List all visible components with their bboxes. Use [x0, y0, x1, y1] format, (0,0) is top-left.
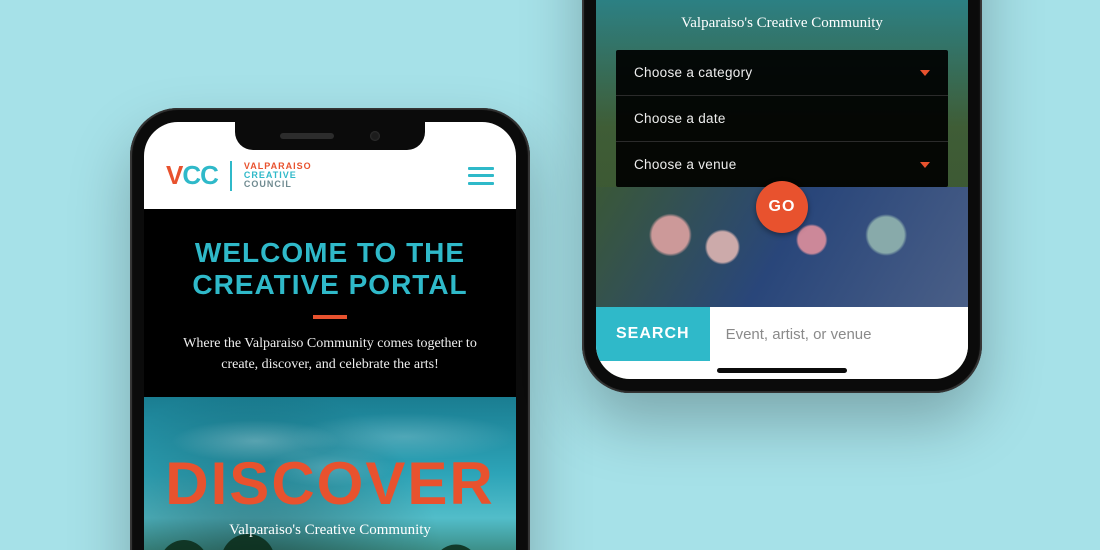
logo-text: VALPARAISO CREATIVE COUNCIL [244, 162, 312, 189]
search-bar: SEARCH [596, 307, 968, 361]
search-label: SEARCH [596, 307, 710, 361]
filter-date[interactable]: Choose a date [616, 96, 948, 142]
go-button[interactable]: GO [756, 181, 808, 233]
filter-category-label: Choose a category [634, 65, 752, 80]
accent-rule [313, 315, 347, 319]
welcome-subtitle: Where the Valparaiso Community comes tog… [170, 333, 490, 375]
logo-mark-cc: CC [182, 160, 218, 190]
hero-tagline: Valparaiso's Creative Community [596, 0, 968, 32]
logo-mark-v: V [166, 160, 182, 190]
logo-divider [230, 161, 232, 191]
crowd-image: GO [596, 187, 968, 307]
welcome-title-line1: WELCOME TO THE [195, 237, 465, 268]
menu-icon[interactable] [468, 167, 494, 185]
chevron-down-icon [920, 70, 930, 76]
filter-date-label: Choose a date [634, 111, 726, 126]
phone-notch [235, 122, 425, 150]
logo[interactable]: VCC VALPARAISO CREATIVE COUNCIL [166, 160, 312, 191]
welcome-section: WELCOME TO THE CREATIVE PORTAL Where the… [144, 209, 516, 397]
phone-mockup-home: VCC VALPARAISO CREATIVE COUNCIL WELCOME … [130, 108, 530, 550]
hero-tagline: Valparaiso's Creative Community [144, 522, 516, 539]
search-input[interactable] [710, 307, 968, 361]
logo-mark: VCC [166, 160, 218, 191]
app-header: VCC VALPARAISO CREATIVE COUNCIL [144, 158, 516, 209]
filter-venue-label: Choose a venue [634, 157, 737, 172]
welcome-title-line2: CREATIVE PORTAL [192, 269, 467, 300]
hero-section: DISCOVER Valparaiso's Creative Community [144, 397, 516, 550]
filter-panel: Choose a category Choose a date Choose a… [616, 50, 948, 187]
front-camera [370, 131, 380, 141]
screen: VCC VALPARAISO CREATIVE COUNCIL WELCOME … [144, 122, 516, 550]
welcome-title: WELCOME TO THE CREATIVE PORTAL [170, 237, 490, 301]
chevron-down-icon [920, 162, 930, 168]
filter-category[interactable]: Choose a category [616, 50, 948, 96]
hero-headline: DISCOVER [144, 397, 516, 518]
logo-text-line3: COUNCIL [244, 180, 312, 189]
home-indicator [717, 368, 847, 373]
phone-mockup-search: Valparaiso's Creative Community Choose a… [582, 0, 982, 393]
screen: Valparaiso's Creative Community Choose a… [596, 0, 968, 379]
speaker-grille [280, 133, 334, 139]
discover-filter-section: Valparaiso's Creative Community Choose a… [596, 0, 968, 379]
